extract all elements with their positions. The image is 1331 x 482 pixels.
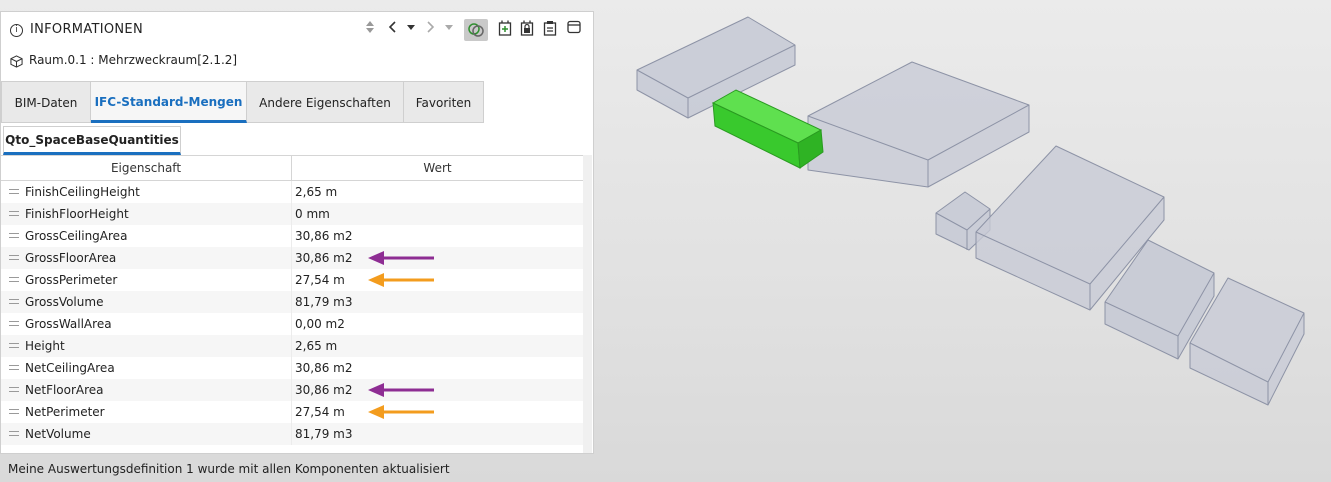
table-row[interactable]: NetCeilingArea 30,86 m2 xyxy=(1,357,583,379)
table-row[interactable]: GrossFloorArea 30,86 m2 xyxy=(1,247,583,269)
table-row[interactable]: GrossPerimeter 27,54 m xyxy=(1,269,583,291)
caret-down-icon[interactable] xyxy=(442,20,456,40)
table-row[interactable]: NetVolume 81,79 m3 xyxy=(1,423,583,445)
drag-handle-icon[interactable] xyxy=(9,233,19,238)
property-value: 27,54 m xyxy=(295,273,345,287)
table-row[interactable]: FinishCeilingHeight 2,65 m xyxy=(1,181,583,203)
property-name: GrossFloorArea xyxy=(25,251,117,265)
table-row[interactable]: Height 2,65 m xyxy=(1,335,583,357)
drag-handle-icon[interactable] xyxy=(9,299,19,304)
property-value: 81,79 m3 xyxy=(295,295,353,309)
drag-handle-icon[interactable] xyxy=(9,277,19,282)
tab-andere-eigenschaften[interactable]: Andere Eigenschaften xyxy=(247,81,404,123)
table-header: Eigenschaft Wert xyxy=(1,155,583,181)
property-name: NetVolume xyxy=(25,427,91,441)
property-name: FinishFloorHeight xyxy=(25,207,129,221)
property-name: NetCeilingArea xyxy=(25,361,115,375)
drag-handle-icon[interactable] xyxy=(9,387,19,392)
property-name: Height xyxy=(25,339,65,353)
subtab-qto-spacebasequantities[interactable]: Qto_SpaceBaseQuantities xyxy=(3,126,181,155)
chevron-right-icon[interactable] xyxy=(423,20,437,40)
annotation-arrow-icon xyxy=(368,383,434,397)
property-value: 81,79 m3 xyxy=(295,427,353,441)
info-icon: i xyxy=(10,24,23,37)
property-value: 27,54 m xyxy=(295,405,345,419)
column-header-wert[interactable]: Wert xyxy=(292,156,583,180)
drag-handle-icon[interactable] xyxy=(9,365,19,370)
status-message: Meine Auswertungsdefinition 1 wurde mit … xyxy=(8,462,450,476)
property-value: 0,00 m2 xyxy=(295,317,345,331)
drag-handle-icon[interactable] xyxy=(9,321,19,326)
table-row[interactable]: FinishFloorHeight 0 mm xyxy=(1,203,583,225)
property-name: GrossVolume xyxy=(25,295,104,309)
selected-space-box[interactable] xyxy=(711,89,824,169)
tab-favoriten[interactable]: Favoriten xyxy=(404,81,484,123)
drag-handle-icon[interactable] xyxy=(9,431,19,436)
property-value: 30,86 m2 xyxy=(295,229,353,243)
caret-down-icon[interactable] xyxy=(404,20,418,40)
panel-title: INFORMATIONEN xyxy=(30,22,143,37)
add-document-icon[interactable] xyxy=(497,20,513,40)
table-row[interactable]: GrossWallArea 0,00 m2 xyxy=(1,313,583,335)
property-value: 2,65 m xyxy=(295,185,338,199)
selected-element-bar: Raum.0.1 : Mehrzweckraum[2.1.2] xyxy=(1,50,593,74)
table-scrollbar[interactable] xyxy=(583,155,592,453)
property-name: GrossCeilingArea xyxy=(25,229,128,243)
table-row[interactable]: NetFloorArea 30,86 m2 xyxy=(1,379,583,401)
tab-bim-daten[interactable]: BIM-Daten xyxy=(1,81,91,123)
property-value: 0 mm xyxy=(295,207,330,221)
panel-header: i INFORMATIONEN xyxy=(1,12,593,48)
property-name: GrossWallArea xyxy=(25,317,112,331)
drag-handle-icon[interactable] xyxy=(9,409,19,414)
3d-viewport[interactable] xyxy=(600,0,1331,482)
annotation-arrow-icon xyxy=(368,251,434,265)
table-row[interactable]: NetPerimeter 27,54 m xyxy=(1,401,583,423)
property-name: GrossPerimeter xyxy=(25,273,118,287)
property-name: NetPerimeter xyxy=(25,405,105,419)
property-value: 30,86 m2 xyxy=(295,383,353,397)
table-body: FinishCeilingHeight 2,65 m FinishFloorHei… xyxy=(1,181,583,445)
properties-table: Eigenschaft Wert FinishCeilingHeight 2,65… xyxy=(1,155,583,445)
sort-updown-icon[interactable] xyxy=(363,20,377,40)
table-row[interactable]: GrossCeilingArea 30,86 m2 xyxy=(1,225,583,247)
space-box[interactable] xyxy=(807,61,1030,188)
clipboard-icon[interactable] xyxy=(542,20,558,40)
drag-handle-icon[interactable] xyxy=(9,189,19,194)
drag-handle-icon[interactable] xyxy=(9,343,19,348)
drag-handle-icon[interactable] xyxy=(9,211,19,216)
annotation-arrow-icon xyxy=(368,405,434,419)
tab-bar: BIM-Daten IFC-Standard-Mengen Andere Eig… xyxy=(1,81,484,124)
tab-ifc-standard-mengen[interactable]: IFC-Standard-Mengen xyxy=(91,81,247,123)
cube-icon xyxy=(10,55,23,68)
selected-element-name: Raum.0.1 : Mehrzweckraum[2.1.2] xyxy=(29,53,238,67)
lock-document-icon[interactable] xyxy=(519,20,535,40)
window-icon[interactable] xyxy=(566,20,582,40)
property-value: 2,65 m xyxy=(295,339,338,353)
property-value: 30,86 m2 xyxy=(295,251,353,265)
column-header-eigenschaft[interactable]: Eigenschaft xyxy=(1,156,292,180)
table-row[interactable]: GrossVolume 81,79 m3 xyxy=(1,291,583,313)
property-name: FinishCeilingHeight xyxy=(25,185,140,199)
information-panel: i INFORMATIONEN Raum.0.1: Mehrzweckraum… xyxy=(0,11,594,454)
link-icon[interactable] xyxy=(464,19,488,41)
chevron-left-icon[interactable] xyxy=(386,20,400,40)
property-value: 30,86 m2 xyxy=(295,361,353,375)
property-name: NetFloorArea xyxy=(25,383,104,397)
annotation-arrow-icon xyxy=(368,273,434,287)
drag-handle-icon[interactable] xyxy=(9,255,19,260)
